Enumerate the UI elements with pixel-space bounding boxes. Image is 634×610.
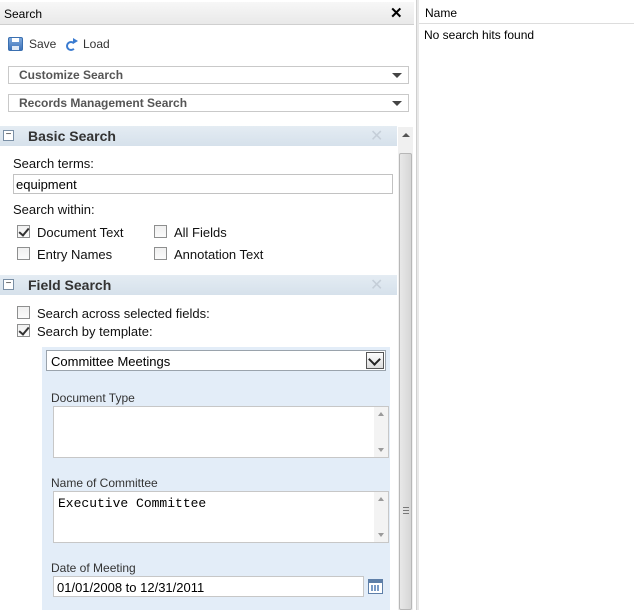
scroll-thumb[interactable] (399, 153, 412, 610)
date-of-meeting-value: 01/01/2008 to 12/31/2011 (57, 580, 205, 595)
search-by-template-label: Search by template: (37, 324, 153, 339)
committee-name-value: Executive Committee (58, 496, 207, 511)
results-panel: Name No search hits found (419, 0, 634, 610)
load-label: Load (83, 37, 110, 51)
save-icon (8, 37, 23, 51)
remove-section-icon[interactable]: ✕ (370, 275, 383, 295)
search-across-fields-checkbox[interactable] (17, 306, 30, 319)
search-terms-label: Search terms: (13, 156, 94, 171)
document-type-field[interactable] (53, 406, 389, 458)
template-select-value: Committee Meetings (51, 354, 171, 369)
records-management-label: Records Management Search (19, 96, 188, 110)
annotation-text-label: Annotation Text (174, 247, 264, 262)
entry-names-label: Entry Names (37, 247, 113, 262)
search-panel-scrollbar[interactable] (398, 127, 413, 610)
all-fields-label: All Fields (174, 225, 227, 240)
save-label: Save (29, 37, 57, 51)
customize-search-dropdown[interactable]: Customize Search (8, 66, 409, 84)
search-terms-input[interactable]: equipment (13, 174, 393, 194)
search-panel-title: Search (4, 7, 43, 21)
basic-search-title: Basic Search (28, 128, 116, 144)
document-text-label: Document Text (37, 225, 124, 240)
load-button[interactable]: Load (63, 34, 110, 54)
collapse-icon[interactable]: − (3, 130, 14, 141)
search-panel: Search ✕ Save Load Customize Search Reco… (0, 0, 416, 610)
name-column-header[interactable]: Name (419, 2, 634, 24)
textarea-scrollbar[interactable] (374, 407, 388, 457)
search-window: Search ✕ Save Load Customize Search Reco… (0, 0, 634, 610)
collapse-icon[interactable]: − (3, 279, 14, 290)
committee-name-label: Name of Committee (51, 476, 158, 490)
chevron-down-icon (392, 73, 402, 78)
customize-search-label: Customize Search (19, 68, 124, 82)
all-fields-checkbox[interactable] (154, 225, 167, 238)
field-search-title: Field Search (28, 277, 112, 293)
annotation-text-checkbox[interactable] (154, 247, 167, 260)
textarea-scrollbar[interactable] (374, 492, 388, 542)
name-column-label: Name (425, 6, 458, 20)
calendar-icon[interactable] (368, 579, 383, 594)
document-text-checkbox[interactable] (17, 225, 30, 238)
search-panel-titlebar: Search ✕ (0, 2, 414, 25)
date-of-meeting-label: Date of Meeting (51, 561, 136, 575)
search-by-template-checkbox[interactable] (17, 324, 30, 337)
remove-section-icon[interactable]: ✕ (370, 126, 383, 146)
basic-search-header[interactable]: − Basic Search ✕ (0, 126, 397, 146)
search-terms-value: equipment (16, 177, 77, 192)
chevron-down-icon (392, 101, 402, 106)
entry-names-checkbox[interactable] (17, 247, 30, 260)
search-within-label: Search within: (13, 202, 95, 217)
close-icon[interactable]: ✕ (390, 4, 403, 22)
template-select[interactable]: Committee Meetings (46, 350, 386, 371)
document-type-label: Document Type (51, 391, 135, 405)
scroll-up-icon[interactable] (402, 133, 410, 137)
chevron-down-icon[interactable] (366, 352, 384, 369)
date-of-meeting-field[interactable]: 01/01/2008 to 12/31/2011 (53, 576, 364, 597)
field-search-header[interactable]: − Field Search ✕ (0, 275, 397, 295)
records-management-dropdown[interactable]: Records Management Search (8, 94, 409, 112)
load-icon (63, 37, 78, 52)
committee-name-field[interactable]: Executive Committee (53, 491, 389, 543)
save-button[interactable]: Save (8, 34, 56, 54)
search-across-fields-label: Search across selected fields: (37, 306, 210, 321)
no-results-message: No search hits found (424, 28, 535, 42)
